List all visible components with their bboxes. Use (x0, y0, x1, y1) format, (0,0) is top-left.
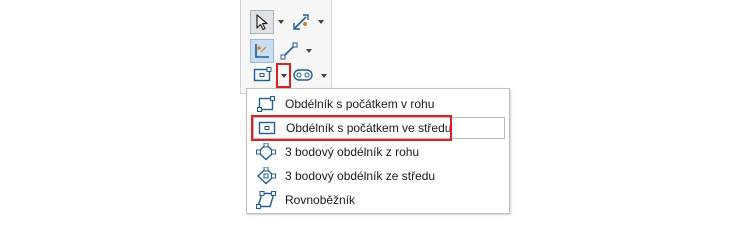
menu-item-corner-rectangle[interactable]: Obdélník s počátkem v rohu (253, 93, 505, 115)
menu-item-label: Rovnoběžník (285, 193, 356, 207)
selected-item-highlight (251, 115, 452, 141)
smart-dimension-button[interactable] (289, 10, 313, 34)
chevron-down-icon (278, 20, 284, 24)
chevron-down-icon (321, 74, 327, 78)
menu-item-label: 3 bodový obdélník z rohu (285, 145, 420, 159)
parallelogram-icon (255, 189, 277, 211)
chevron-down-icon (306, 49, 312, 53)
rectangle-flyout-menu: Obdélník s počátkem v rohu Obdélník s po… (246, 88, 510, 214)
smart-dimension-icon (293, 14, 309, 30)
rectangle-button[interactable] (250, 63, 274, 87)
menu-item-3-point-corner-rectangle[interactable]: 3 bodový obdélník z rohu (253, 141, 505, 163)
sketch-button[interactable] (250, 39, 274, 63)
slot-icon (293, 69, 313, 81)
smart-dimension-dropdown-arrow[interactable] (316, 16, 326, 28)
3-point-center-rectangle-icon (255, 165, 277, 187)
menu-item-label: Obdélník s počátkem v rohu (285, 97, 435, 111)
menu-item-parallelogram[interactable]: Rovnoběžník (253, 189, 505, 211)
chevron-down-icon (318, 20, 324, 24)
sketch-toolbar (240, 0, 332, 94)
line-dropdown-arrow[interactable] (304, 45, 314, 57)
center-rectangle-icon (253, 67, 272, 82)
arrow-pointer-icon (256, 14, 268, 31)
line-icon (280, 42, 298, 60)
line-button[interactable] (277, 39, 301, 63)
3-point-corner-rectangle-icon (255, 141, 277, 163)
menu-item-3-point-center-rectangle[interactable]: 3 bodový obdélník ze středu (253, 165, 505, 187)
select-dropdown-arrow[interactable] (276, 16, 286, 28)
slot-button[interactable] (291, 63, 315, 87)
rectangle-dropdown-highlight (276, 63, 291, 88)
corner-rectangle-icon (255, 93, 277, 115)
select-button[interactable] (250, 10, 274, 34)
slot-dropdown-arrow[interactable] (319, 70, 329, 82)
menu-item-label: 3 bodový obdélník ze středu (285, 169, 436, 183)
sketch-icon (255, 44, 269, 58)
